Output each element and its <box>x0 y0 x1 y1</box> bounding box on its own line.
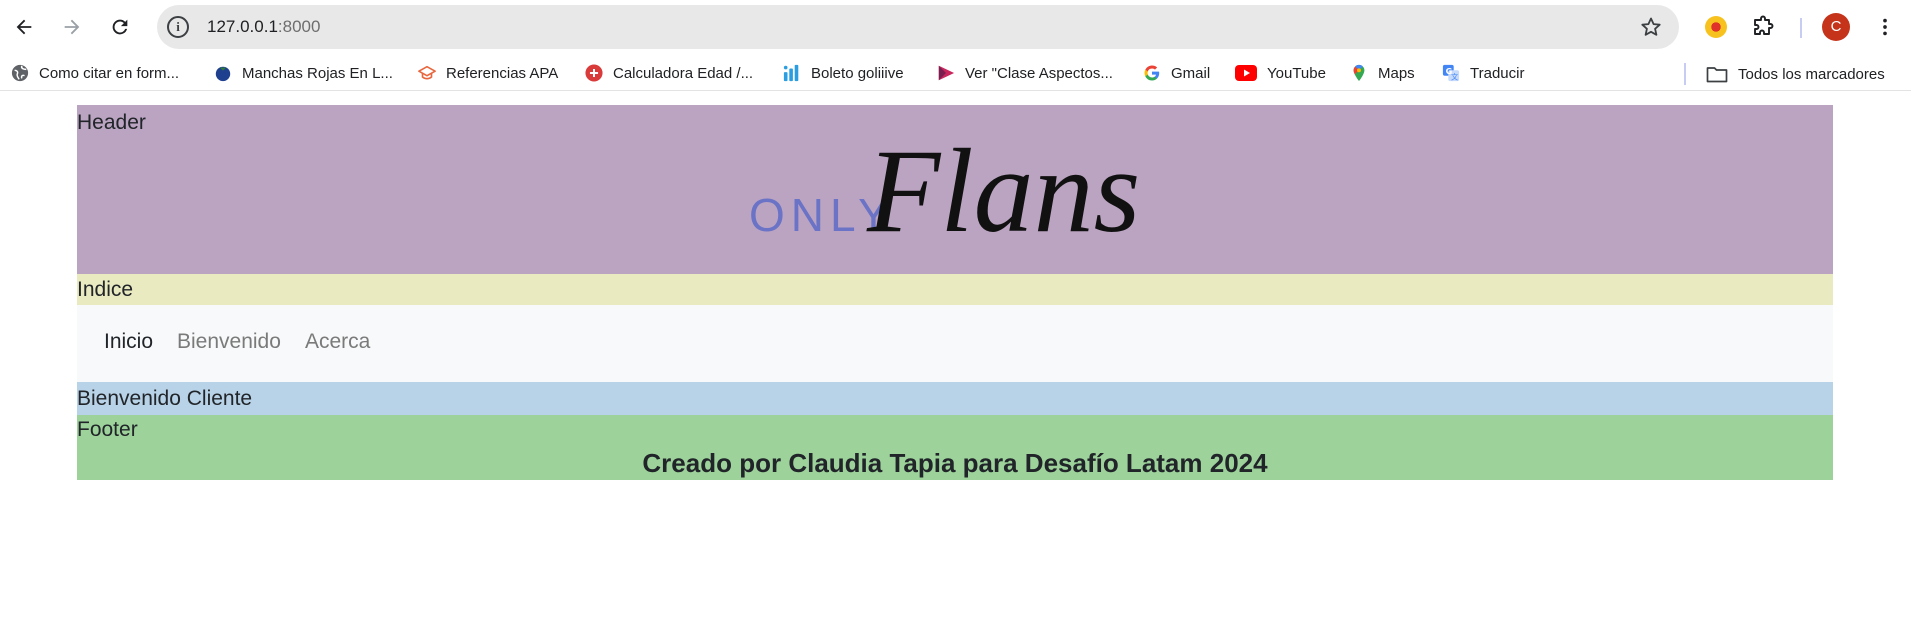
all-bookmarks-folder[interactable]: Todos los marcadores <box>1706 63 1885 85</box>
extension-badge-icon[interactable] <box>1703 14 1729 40</box>
globe-icon <box>11 64 29 82</box>
bookmark-item[interactable]: Referencias APA <box>418 62 558 84</box>
bookmark-item[interactable]: Calculadora Edad /... <box>585 62 753 84</box>
bookmark-item[interactable]: Como citar en form... <box>11 62 179 84</box>
bookmarks-divider <box>1684 63 1686 85</box>
blueberry-icon <box>214 64 232 82</box>
welcome-section: Bienvenido Cliente <box>77 382 1833 415</box>
header-section: Header ONLY Flans <box>77 105 1833 274</box>
bookmark-item[interactable]: YouTube <box>1235 62 1326 84</box>
bookmark-star-icon[interactable] <box>1639 15 1663 39</box>
nav-link-inicio[interactable]: Inicio <box>104 330 153 354</box>
page-content: Header ONLY Flans Indice Inicio Bienveni… <box>77 105 1833 480</box>
google-icon <box>1143 64 1161 82</box>
address-bar[interactable]: i 127.0.0.1:8000 <box>157 5 1679 49</box>
back-button[interactable] <box>9 9 39 45</box>
nav-link-bienvenido[interactable]: Bienvenido <box>177 330 281 354</box>
maps-pin-icon <box>1350 64 1368 82</box>
footer-section: Footer Creado por Claudia Tapia para Des… <box>77 415 1833 480</box>
bookmark-item[interactable]: Manchas Rojas En L... <box>214 62 393 84</box>
bookmark-item[interactable]: G文 Traducir <box>1442 62 1524 84</box>
bookmark-item[interactable]: Maps <box>1350 62 1415 84</box>
navbar: Inicio Bienvenido Acerca <box>77 305 1833 382</box>
folder-icon <box>1706 65 1728 83</box>
arrow-right-icon <box>64 19 80 35</box>
footer-credit: Creado por Claudia Tapia para Desafío La… <box>642 448 1268 478</box>
toolbar-divider <box>1800 18 1802 38</box>
nav-link-acerca[interactable]: Acerca <box>305 330 370 354</box>
browser-toolbar: i 127.0.0.1:8000 C <box>0 0 1911 54</box>
bookmark-item[interactable]: Boleto goliiive <box>783 62 904 84</box>
footer-label: Footer <box>77 418 138 441</box>
bookmark-item[interactable]: Ver "Clase Aspectos... <box>937 62 1113 84</box>
bookmark-item[interactable]: Gmail <box>1143 62 1210 84</box>
site-info-icon[interactable]: i <box>167 16 189 38</box>
arrow-left-icon <box>16 19 32 35</box>
bars-icon <box>783 64 801 82</box>
logo-script: Flans <box>866 135 1140 257</box>
calculator-icon <box>585 64 603 82</box>
bookmarks-bar: Como citar en form... Manchas Rojas En L… <box>0 54 1911 91</box>
index-section: Indice <box>77 274 1833 305</box>
welcome-text: Bienvenido Cliente <box>77 387 253 410</box>
site-logo[interactable]: ONLY Flans <box>749 135 1169 259</box>
graduation-cap-icon <box>418 64 436 82</box>
profile-avatar[interactable]: C <box>1822 13 1850 41</box>
extensions-puzzle-icon[interactable] <box>1750 14 1776 40</box>
menu-kebab-icon[interactable] <box>1872 14 1898 40</box>
url-text[interactable]: 127.0.0.1:8000 <box>207 17 320 37</box>
play-icon <box>937 64 955 82</box>
svg-text:文: 文 <box>1451 72 1458 81</box>
forward-button[interactable] <box>57 9 87 45</box>
reload-icon <box>112 19 128 35</box>
translate-icon: G文 <box>1442 64 1460 82</box>
youtube-icon <box>1235 64 1257 82</box>
index-label: Indice <box>77 278 134 301</box>
header-label: Header <box>77 111 146 134</box>
reload-button[interactable] <box>105 9 135 45</box>
